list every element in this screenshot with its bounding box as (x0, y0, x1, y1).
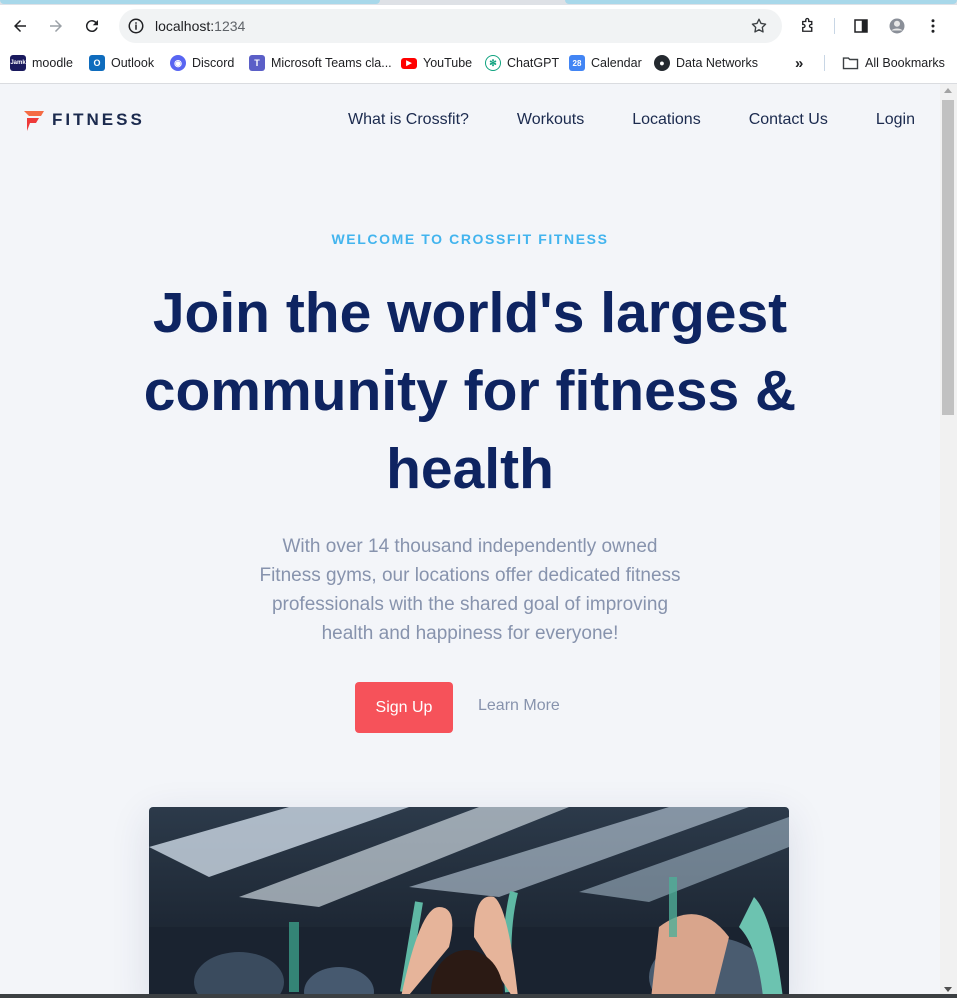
github-icon: ● (654, 55, 670, 71)
nav-contact-us[interactable]: Contact Us (749, 111, 828, 129)
hero-headline: Join the world's largest community for f… (143, 281, 797, 501)
toolbar-separator (834, 18, 835, 34)
site-logo[interactable]: FITNESS (22, 108, 145, 132)
bookmark-label: YouTube (423, 56, 473, 70)
site-info-icon[interactable] (127, 17, 145, 35)
bookmark-discord[interactable]: ◉ Discord (170, 52, 234, 74)
side-panel-button[interactable] (847, 12, 875, 40)
nav-login[interactable]: Login (876, 111, 915, 129)
bookmark-label: moodle (32, 56, 73, 70)
browser-toolbar: localhost:1234 (0, 8, 957, 44)
scroll-down-icon[interactable] (944, 987, 952, 992)
taskbar-edge (0, 994, 957, 998)
bookmarks-bar: Jamk moodle O Outlook ◉ Discord T Micros… (0, 50, 957, 76)
bookmark-youtube[interactable]: ▶ YouTube (401, 52, 472, 74)
forward-button[interactable] (42, 12, 70, 40)
url-host: localhost: (155, 18, 215, 34)
youtube-icon: ▶ (401, 57, 417, 69)
jamk-icon: Jamk (10, 55, 26, 71)
bookmark-data-networks[interactable]: ● Data Networks (654, 52, 758, 74)
menu-button[interactable] (919, 12, 947, 40)
bookmark-label: ChatGPT (507, 56, 560, 70)
chevrons-right-icon: » (795, 54, 804, 72)
logo-text: FITNESS (52, 110, 145, 129)
bookmark-moodle[interactable]: Jamk moodle (10, 52, 73, 74)
extensions-button[interactable] (794, 12, 822, 40)
tab-strip (0, 0, 957, 5)
learn-more-link[interactable]: Learn More (478, 697, 560, 715)
site-header: FITNESS What is Crossfit? Workouts Locat… (0, 84, 940, 156)
bookmark-label: Discord (192, 56, 235, 70)
arrow-left-icon (14, 20, 26, 32)
hero-image (149, 807, 789, 998)
scroll-up-icon[interactable] (944, 88, 952, 93)
bookmark-chatgpt[interactable]: ✻ ChatGPT (485, 52, 559, 74)
hero-cta-row: Sign Up Learn More (0, 682, 940, 733)
page-scrollbar[interactable] (940, 84, 957, 998)
address-bar[interactable]: localhost:1234 (119, 9, 782, 43)
discord-icon: ◉ (170, 55, 186, 71)
sign-up-button[interactable]: Sign Up (355, 682, 453, 733)
kebab-menu-icon (931, 19, 935, 33)
bookmark-calendar[interactable]: 28 Calendar (569, 52, 642, 74)
bookmark-label: Calendar (591, 56, 642, 70)
outlook-icon: O (89, 55, 105, 71)
reload-icon (85, 20, 98, 33)
teams-icon: T (249, 55, 265, 71)
browser-chrome: localhost:1234 Jamk moodle O Outlook ◉ D… (0, 0, 957, 84)
chatgpt-icon: ✻ (485, 55, 501, 71)
folder-icon (842, 57, 859, 70)
profile-button[interactable] (883, 12, 911, 40)
main-nav: What is Crossfit? Workouts Locations Con… (348, 111, 915, 129)
bookmark-star-icon[interactable] (750, 17, 768, 35)
fitness-logo-icon (24, 111, 44, 131)
calendar-icon: 28 (569, 55, 585, 71)
more-bookmarks-button[interactable]: » (795, 52, 803, 74)
page-viewport: FITNESS What is Crossfit? Workouts Locat… (0, 84, 940, 998)
hero-description: With over 14 thousand independently owne… (259, 536, 681, 644)
bookmark-label: Outlook (111, 56, 155, 70)
all-bookmarks-label: All Bookmarks (865, 56, 945, 70)
hero-eyebrow: WELCOME TO CROSSFIT FITNESS (331, 231, 609, 247)
tab[interactable] (565, 0, 957, 4)
side-panel-icon (854, 19, 868, 33)
nav-locations[interactable]: Locations (632, 111, 701, 129)
gym-class-photo (149, 807, 789, 998)
bookmark-label: Data Networks (676, 56, 758, 70)
puzzle-icon (802, 17, 813, 32)
url-text: localhost:1234 (155, 18, 245, 34)
bookmark-teams[interactable]: T Microsoft Teams cla... (249, 52, 392, 74)
arrow-right-icon (50, 20, 62, 32)
nav-what-is-crossfit[interactable]: What is Crossfit? (348, 111, 469, 129)
back-button[interactable] (6, 12, 34, 40)
bookmark-label: Microsoft Teams cla... (271, 56, 392, 70)
nav-workouts[interactable]: Workouts (517, 111, 584, 129)
all-bookmarks-button[interactable]: All Bookmarks (842, 52, 945, 74)
avatar (889, 18, 905, 34)
tab[interactable] (0, 0, 380, 4)
bookmark-outlook[interactable]: O Outlook (89, 52, 154, 74)
reload-button[interactable] (78, 12, 106, 40)
url-port: 1234 (214, 18, 246, 34)
bookmarks-separator (824, 55, 825, 71)
scrollbar-thumb[interactable] (942, 100, 954, 415)
